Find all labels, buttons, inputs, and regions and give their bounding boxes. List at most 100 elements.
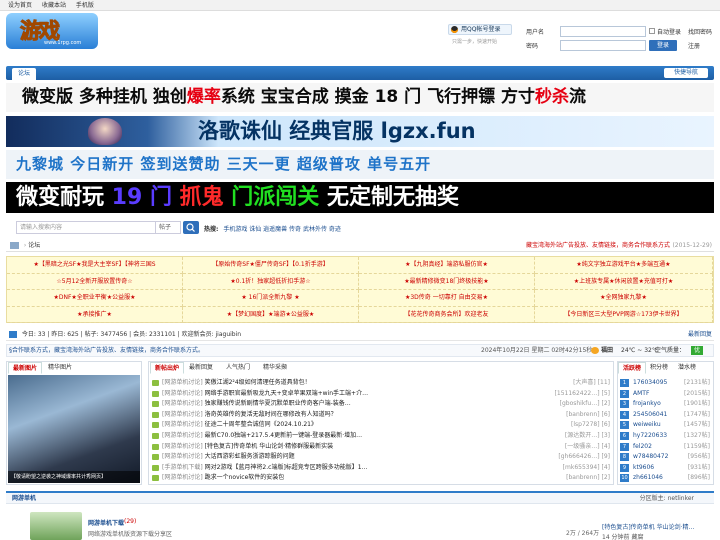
thread-category[interactable]: [网游单机讨论] bbox=[162, 453, 203, 460]
thread-author-name[interactable]: [一级骚亲…] bbox=[565, 443, 600, 450]
qq-login-button[interactable]: 用QQ帐号登录 bbox=[448, 24, 512, 35]
thread-title[interactable]: [网游单机讨论] 征途二十周年整合诚信同《2024.10.21》 bbox=[162, 420, 542, 430]
username-input[interactable] bbox=[560, 26, 646, 37]
thread-author-name[interactable]: [gboshikfu…] bbox=[560, 400, 600, 407]
search-button[interactable] bbox=[183, 221, 199, 234]
thread-category[interactable]: [网游单机讨论] bbox=[162, 432, 203, 439]
mobile-link[interactable]: 手机版 bbox=[76, 2, 94, 9]
search-type-select[interactable]: 帖子 bbox=[155, 221, 181, 234]
thread-title[interactable]: [网游单机讨论] 独家赚钱传说新剧情华夏沉默单职业传奇客户端-装备… bbox=[162, 399, 542, 409]
ranking-row[interactable]: 5 weiweiku [1457帖] bbox=[620, 420, 712, 430]
text-ad-link[interactable]: ★3D传奇 一切靠打 自由交易★ bbox=[359, 290, 535, 307]
notice-text[interactable]: §合作联系方式，藏宝湾海外站广告投放、友情链接，商务合作联系方式。 bbox=[7, 347, 204, 354]
thread-author-name[interactable]: [lsp7278] bbox=[571, 421, 600, 428]
home-icon[interactable] bbox=[10, 242, 19, 249]
ranking-row[interactable]: 8 w78480472 [956帖] bbox=[620, 452, 712, 462]
tab-latest-replies[interactable]: 最新回复 bbox=[185, 362, 217, 374]
text-ad-link[interactable]: ★最新精修微变18门终极技能★ bbox=[359, 273, 535, 290]
login-button[interactable]: 登录 bbox=[649, 40, 677, 51]
thread-author-name[interactable]: [大声喜] bbox=[573, 379, 596, 386]
text-ad-link[interactable]: ★DNF★全职业平衡★公益服★ bbox=[7, 290, 183, 307]
thread-row[interactable]: [网游单机讨论] 大话西游彩虹服务浙游踪服的问题 [gh666426…] [9] bbox=[152, 452, 610, 462]
ranking-row[interactable]: 1 176034095 [2131帖] bbox=[620, 378, 712, 388]
rank-user[interactable]: fel202 bbox=[633, 442, 652, 452]
password-input[interactable] bbox=[560, 40, 646, 51]
tab-new-threads[interactable]: 新帖出炉 bbox=[150, 362, 185, 374]
set-home-link[interactable]: 设为首页 bbox=[8, 2, 32, 9]
thread-title-text[interactable]: 最新C70.0独端+217.5.4更新前一键端-登录器最新·增加… bbox=[205, 432, 363, 439]
thread-title[interactable]: [网游单机讨论] 大话西游彩虹服务浙游踪服的问题 bbox=[162, 452, 542, 462]
thread-title-text[interactable]: 独家赚钱传说新剧情华夏沉默单职业传奇客户端-装备… bbox=[205, 400, 351, 407]
featured-image[interactable]: 【敬请盼望之逆袭之神域爆率共计秀网页】 bbox=[8, 375, 140, 483]
ranking-row[interactable]: 2 AMTF [2015帖] bbox=[620, 389, 712, 399]
find-password-link[interactable]: 找回密码 bbox=[688, 27, 712, 36]
thread-category[interactable]: [网游单机讨论] bbox=[162, 390, 203, 397]
forum-last-post[interactable]: [特色复古]传奇单机 华山论剑·精… bbox=[602, 522, 712, 531]
text-ad-link[interactable]: ★【梦幻国度】★端游★公益服★ bbox=[183, 306, 359, 323]
thread-author-name[interactable]: [mk655394] bbox=[563, 464, 600, 471]
auto-login-checkbox[interactable] bbox=[649, 28, 655, 34]
rank-user[interactable]: 254506041 bbox=[633, 410, 667, 420]
text-ad-link[interactable]: ★0.1折！独家超低折扣手游☆ bbox=[183, 273, 359, 290]
ranking-row[interactable]: 4 254506041 [1747帖] bbox=[620, 410, 712, 420]
thread-title-text[interactable]: 笑傲江湖2²4级如何清理任务道具背包！ bbox=[205, 379, 311, 386]
rank-user[interactable]: weiweiku bbox=[633, 420, 661, 430]
forum-icon[interactable] bbox=[30, 512, 82, 540]
thread-title-text[interactable]: 网对2游戏【蓝月神将2.c端版]标超竞专区跨服多功能版】1… bbox=[205, 464, 368, 471]
text-ad-link[interactable]: 【原始传奇SF★僵尸传奇SF】【0.1折手游】 bbox=[183, 257, 359, 274]
thread-title-text[interactable]: 大话西游彩虹服务浙游踪服的问题 bbox=[205, 453, 295, 460]
thread-title-text[interactable]: 跪求一个novice软件的安装包 bbox=[205, 474, 285, 481]
thread-row[interactable]: [网游单机讨论] 笑傲江湖2²4级如何清理任务道具背包！ [大声喜] [11] bbox=[152, 378, 610, 388]
tab-latest-images[interactable]: 最新图片 bbox=[8, 362, 43, 374]
rank-user[interactable]: 176034095 bbox=[633, 378, 667, 388]
text-ad-link[interactable]: 【今日新区三大型PVP网游☆173伊卡世界】 bbox=[535, 306, 713, 323]
category-title[interactable]: 网游单机 bbox=[6, 495, 36, 502]
rank-user[interactable]: zh661046 bbox=[633, 473, 663, 483]
text-ad-link[interactable]: ★【黑暗之光SF★我是大主宰SF】【神将三国S bbox=[7, 257, 183, 274]
thread-title[interactable]: [网游单机讨论] 笑傲江湖2²4级如何清理任务道具背包！ bbox=[162, 378, 542, 388]
ranking-row[interactable]: 6 hy7220633 [1327帖] bbox=[620, 431, 712, 441]
latest-replies-link[interactable]: 最新回复 bbox=[688, 329, 712, 340]
ranking-row[interactable]: 7 fel202 [1159帖] bbox=[620, 442, 712, 452]
thread-category[interactable]: [手游单机下载] bbox=[162, 464, 203, 471]
thread-author-name[interactable]: [gh666426…] bbox=[558, 453, 599, 460]
thread-title[interactable]: [网游单机讨论] 最新C70.0独端+217.5.4更新前一键端-登录器最新·增… bbox=[162, 431, 542, 441]
ranking-row[interactable]: 10 zh661046 [896帖] bbox=[620, 473, 712, 483]
text-ad-link[interactable]: ★ 16门派全新九黎 ★ bbox=[183, 290, 359, 307]
tab-essence[interactable]: 精华采撷 bbox=[259, 362, 291, 374]
ranking-row[interactable]: 3 frojankyo [1901帖] bbox=[620, 399, 712, 409]
text-ad-link[interactable]: ★【九阴真经】端游私服仿官★ bbox=[359, 257, 535, 274]
register-link[interactable]: 注册 bbox=[688, 41, 700, 50]
thread-category[interactable]: [网游单机讨论] bbox=[162, 379, 203, 386]
thread-author-name[interactable]: [151162422…] bbox=[555, 390, 600, 397]
banner-ad-2[interactable]: 洛歌诛仙 经典官服 lgzx.fun bbox=[6, 116, 714, 147]
thread-author-name[interactable]: [banbrenn] bbox=[566, 411, 599, 418]
bookmark-link[interactable]: 收藏本站 bbox=[42, 2, 66, 9]
thread-row[interactable]: [网游单机讨论] 征途二十周年整合诚信同《2024.10.21》 [lsp7278… bbox=[152, 420, 610, 430]
site-logo[interactable]: 游戏 www.1rpg.com bbox=[6, 13, 98, 49]
thread-row[interactable]: [网游单机讨论] 最新C70.0独端+217.5.4更新前一键端-登录器最新·增… bbox=[152, 431, 610, 441]
breadcrumb-notice[interactable]: 藏宝湾海外站广告投放、友情链接，商务合作联系方式 bbox=[526, 240, 670, 252]
banner-ad-4[interactable]: 微变耐玩 19 门 抓鬼 门派闯关 无定制无抽奖 bbox=[6, 182, 714, 213]
thread-title-text[interactable]: 网络手游职官最新吸龙九天+变卓苹果双端+win手工端+介… bbox=[205, 390, 368, 397]
stats-welcome[interactable]: 欢迎新会员: jiaguibin bbox=[182, 331, 242, 338]
forum-name[interactable]: 网游单机下载 bbox=[88, 518, 124, 527]
tab-lurkers[interactable]: 潜水榜 bbox=[674, 362, 700, 374]
text-ad-link[interactable]: ★承接推广★ bbox=[7, 306, 183, 323]
thread-title-text[interactable]: [特色复古]传奇单机 华山论剑·精修群服最新实装 bbox=[205, 443, 334, 450]
thread-title[interactable]: [网游单机讨论] 洛奇英雄传的复活无敌时间在哪修改有人知道吗？ bbox=[162, 410, 542, 420]
text-ad-link[interactable]: 【花花传奇商务会所】欢迎老友 bbox=[359, 306, 535, 323]
banner-ad-1[interactable]: 微变版 多种挂机 独创爆率系统 宝宝合成 摸金 18 门 飞行押镖 方寸秒杀流 bbox=[6, 83, 714, 112]
thread-title-text[interactable]: 征途二十周年整合诚信同《2024.10.21》 bbox=[205, 421, 317, 428]
thread-title[interactable]: [网游单机讨论] 网络手游职官最新吸龙九天+变卓苹果双端+win手工端+介… bbox=[162, 389, 542, 399]
thread-title[interactable]: [手游单机下载] 网对2游戏【蓝月神将2.c端版]标超竞专区跨服多功能版】1… bbox=[162, 463, 542, 473]
thread-title[interactable]: [网游单机讨论] [特色复古]传奇单机 华山论剑·精修群服最新实装 bbox=[162, 442, 542, 452]
banner-ad-3[interactable]: 九黎城 今日新开 签到送赞助 三天一更 超级普攻 单号五开 bbox=[6, 150, 714, 179]
thread-category[interactable]: [网游单机讨论] bbox=[162, 411, 203, 418]
thread-row[interactable]: [网游单机讨论] [特色复古]传奇单机 华山论剑·精修群服最新实装 [一级骚亲…]… bbox=[152, 442, 610, 452]
tab-popular[interactable]: 人气热门 bbox=[222, 362, 254, 374]
thread-category[interactable]: [网游单机讨论] bbox=[162, 421, 203, 428]
text-ad-link[interactable]: ★纯文字独立游戏平台★多端互通★ bbox=[535, 257, 713, 274]
thread-title[interactable]: [网游单机讨论] 跪求一个novice软件的安装包 bbox=[162, 473, 542, 483]
rank-user[interactable]: kt9606 bbox=[633, 463, 654, 473]
